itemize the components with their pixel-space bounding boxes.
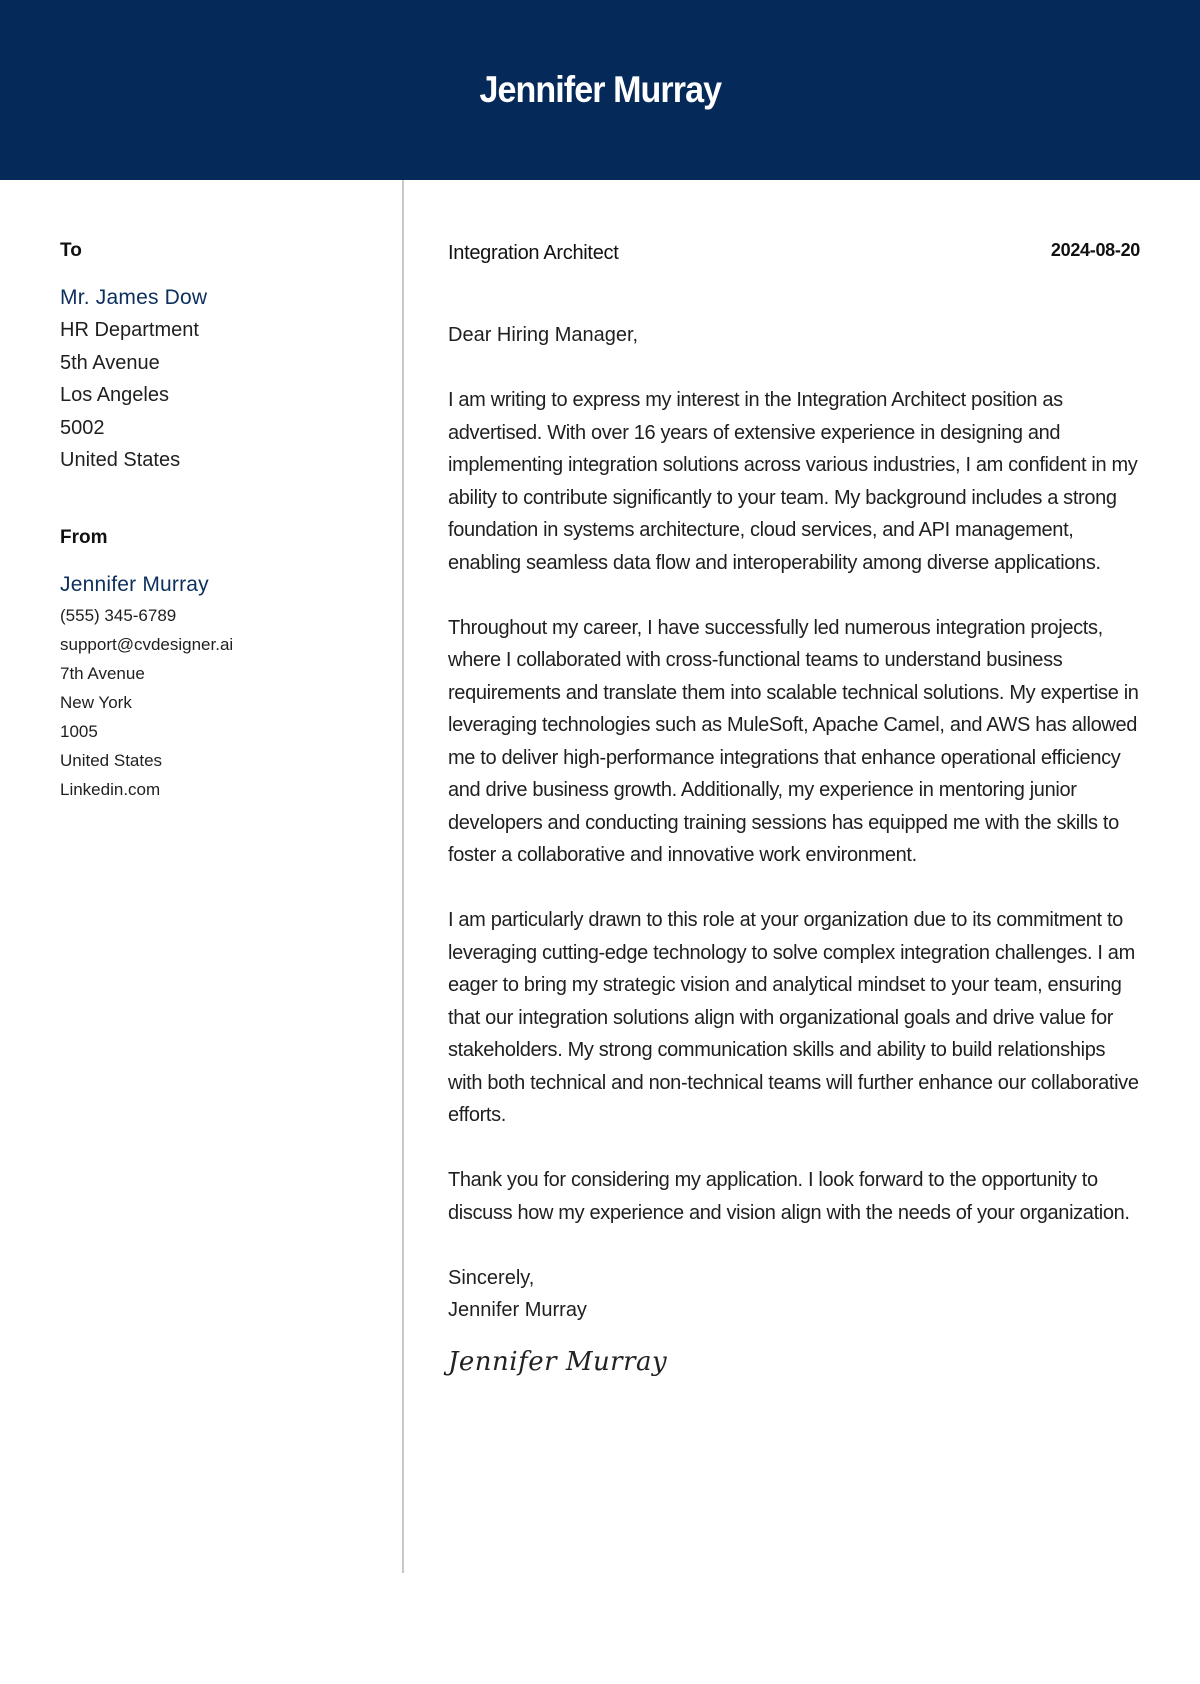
column-divider (402, 180, 404, 1573)
from-label: From (60, 526, 108, 548)
salutation: Dear Hiring Manager, (448, 324, 639, 346)
letter-meta: Integration Architect 2024-08-20 (448, 240, 1140, 270)
recipient-city: Los Angeles (60, 384, 169, 406)
applicant-name-title: Jennifer Murray (479, 69, 722, 110)
recipient-block: Mr. James Dow HR Department 5th Avenue L… (60, 282, 380, 477)
paragraph-experience: Throughout my career, I have successfull… (448, 616, 1139, 867)
job-title: Integration Architect (448, 242, 619, 264)
sidebar-contacts: To Mr. James Dow HR Department 5th Avenu… (60, 240, 380, 804)
sender-country: United States (60, 750, 163, 770)
recipient-street: 5th Avenue (60, 351, 160, 374)
sender-block: Jennifer Murray (555) 345-6789 support@c… (60, 569, 380, 804)
sender-city: New York (60, 692, 132, 712)
letter-body: Integration Architect 2024-08-20 Dear Hi… (448, 240, 1140, 1377)
paragraph-thanks: Thank you for considering my application… (448, 1169, 1130, 1224)
page-header: Jennifer Murray (0, 0, 1200, 180)
sender-name: Jennifer Murray (60, 572, 209, 596)
letter-date: 2024-08-20 (1050, 240, 1140, 260)
recipient-zip: 5002 (60, 416, 105, 439)
sender-zip: 1005 (60, 721, 98, 741)
closing-phrase: Sincerely, (448, 1266, 535, 1289)
sender-phone[interactable]: (555) 345-6789 (60, 601, 380, 630)
closing-block: Sincerely, Jennifer Murray (448, 1262, 1140, 1327)
recipient-country: United States (60, 449, 181, 471)
paragraph-intro: I am writing to express my interest in t… (448, 389, 1138, 574)
sender-street: 7th Avenue (60, 663, 145, 683)
recipient-name: Mr. James Dow (60, 286, 208, 309)
sender-email[interactable]: support@cvdesigner.ai (60, 630, 380, 659)
sender-website-link[interactable]: Linkedin.com (60, 775, 380, 804)
to-label: To (60, 240, 82, 261)
handwritten-signature: Jennifer Murray (448, 1346, 668, 1377)
closing-name: Jennifer Murray (448, 1299, 587, 1321)
paragraph-motivation: I am particularly drawn to this role at … (448, 909, 1139, 1126)
recipient-department: HR Department (60, 319, 199, 341)
